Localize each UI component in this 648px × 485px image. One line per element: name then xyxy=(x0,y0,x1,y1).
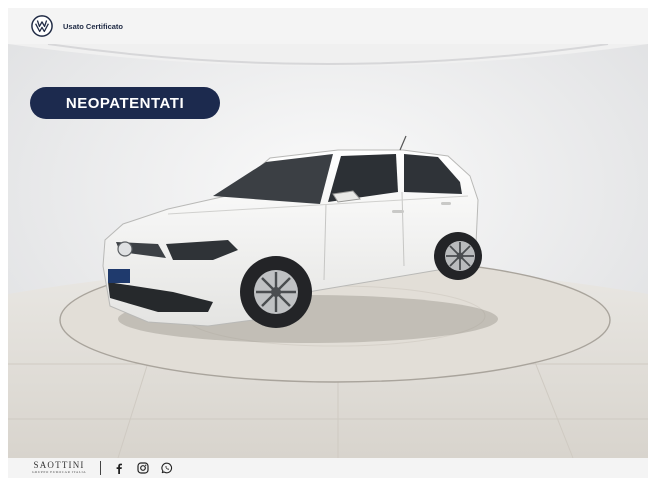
whatsapp-icon[interactable] xyxy=(161,462,173,474)
neopatentati-badge: NEOPATENTATI xyxy=(30,87,220,119)
instagram-icon[interactable] xyxy=(137,462,149,474)
bottom-bar: SAOTTINI GRUPPO EUROCAR ITALIA xyxy=(8,458,648,478)
brand-title: Usato Certificato xyxy=(63,21,124,31)
divider xyxy=(100,461,102,475)
vw-logo-icon xyxy=(31,15,53,37)
listing-image: Usato Certificato NEOPATENTATI SAOTTINI … xyxy=(8,8,648,478)
dealer-subtitle: GRUPPO EUROCAR ITALIA xyxy=(32,470,87,474)
dealer-name: SAOTTINI xyxy=(33,460,85,470)
dealer-logo: SAOTTINI GRUPPO EUROCAR ITALIA xyxy=(32,461,86,475)
top-bar: Usato Certificato xyxy=(8,8,648,44)
facebook-icon[interactable] xyxy=(113,462,125,474)
